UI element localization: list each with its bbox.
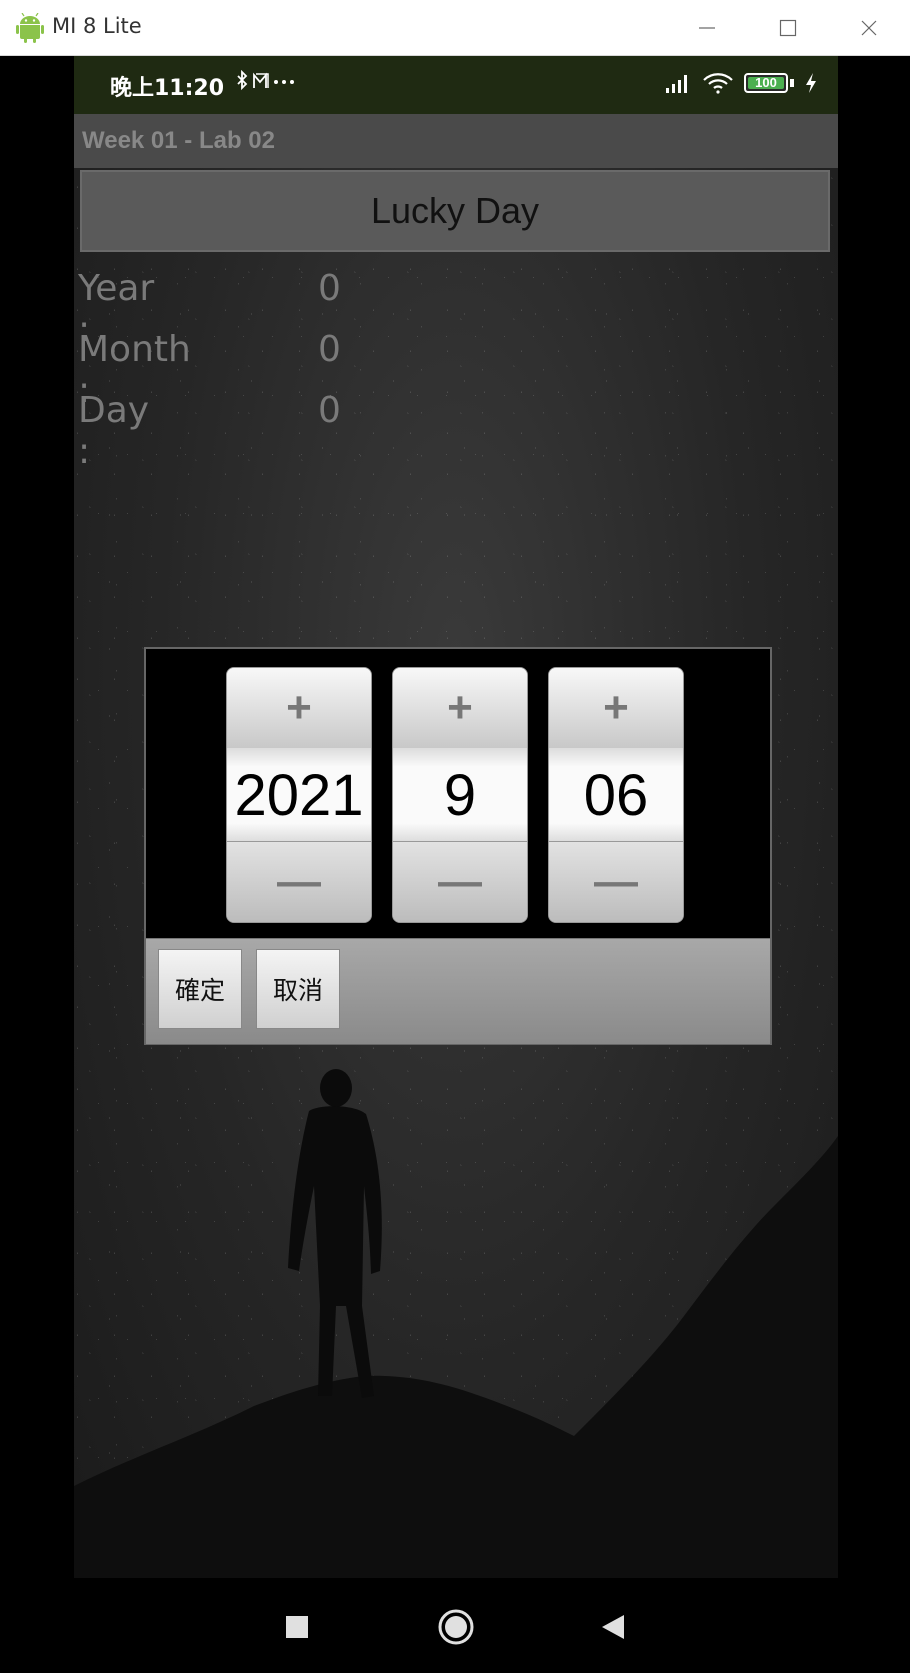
charging-icon	[806, 73, 816, 93]
minimize-icon	[699, 27, 715, 29]
minus-icon: —	[277, 857, 321, 906]
recents-button[interactable]	[272, 1602, 322, 1652]
day-decrement-button[interactable]: —	[549, 841, 683, 922]
day-value: 0	[318, 390, 341, 431]
wifi-icon	[703, 73, 733, 94]
month-picker: + 9 —	[392, 667, 528, 923]
battery-icon: 100	[744, 73, 788, 93]
signal-icon	[666, 75, 687, 93]
back-triangle-icon	[602, 1615, 624, 1639]
android-icon	[16, 13, 44, 43]
status-bar: 晚上11:20 100	[74, 56, 838, 114]
plus-icon: +	[447, 683, 473, 732]
window-titlebar: MI 8 Lite	[0, 0, 910, 56]
window-title: MI 8 Lite	[52, 14, 142, 38]
year-decrement-button[interactable]: —	[227, 841, 371, 922]
lucky-day-button[interactable]: Lucky Day	[80, 170, 830, 252]
home-circle-icon	[438, 1609, 474, 1645]
phone-screen: 晚上11:20 100 Week 01 - Lab 02 Lucky Day Y…	[74, 56, 838, 1578]
recents-square-icon	[286, 1616, 308, 1638]
dialog-button-bar: 確定 取消	[146, 938, 770, 1044]
day-picker: + 06 —	[548, 667, 684, 923]
day-label: Day :	[78, 390, 150, 472]
plus-icon: +	[603, 683, 629, 732]
cancel-button[interactable]: 取消	[256, 949, 340, 1029]
month-picker-value[interactable]: 9	[393, 748, 527, 842]
maximize-button[interactable]	[748, 0, 828, 56]
status-time: 晚上11:20	[110, 76, 225, 101]
year-picker-value[interactable]: 2021	[227, 748, 371, 842]
battery-tip	[790, 79, 794, 87]
month-value: 0	[318, 329, 341, 370]
status-right-icons: 100	[664, 72, 818, 94]
month-increment-button[interactable]: +	[393, 668, 527, 749]
back-button[interactable]	[588, 1602, 638, 1652]
date-picker: + 2021 — + 9 — + 06 —	[146, 649, 770, 938]
app-title-bar: Week 01 - Lab 02	[74, 114, 838, 168]
confirm-button[interactable]: 確定	[158, 949, 242, 1029]
home-button[interactable]	[431, 1602, 481, 1652]
month-decrement-button[interactable]: —	[393, 841, 527, 922]
close-icon	[861, 20, 877, 36]
day-increment-button[interactable]: +	[549, 668, 683, 749]
minimize-button[interactable]	[667, 0, 747, 56]
status-notification-icons	[234, 69, 304, 100]
year-picker: + 2021 —	[226, 667, 372, 923]
maximize-icon	[779, 19, 797, 37]
minus-icon: —	[594, 857, 638, 906]
close-button[interactable]	[829, 0, 909, 56]
bluetooth-mail-more-icon	[237, 69, 294, 91]
year-value: 0	[318, 268, 341, 309]
battery-level: 100	[755, 75, 777, 90]
year-increment-button[interactable]: +	[227, 668, 371, 749]
minus-icon: —	[438, 857, 482, 906]
date-picker-dialog: + 2021 — + 9 — + 06 — 確定 取消	[144, 647, 772, 1045]
day-picker-value[interactable]: 06	[549, 748, 683, 842]
android-nav-bar	[0, 1578, 910, 1673]
plus-icon: +	[286, 683, 312, 732]
